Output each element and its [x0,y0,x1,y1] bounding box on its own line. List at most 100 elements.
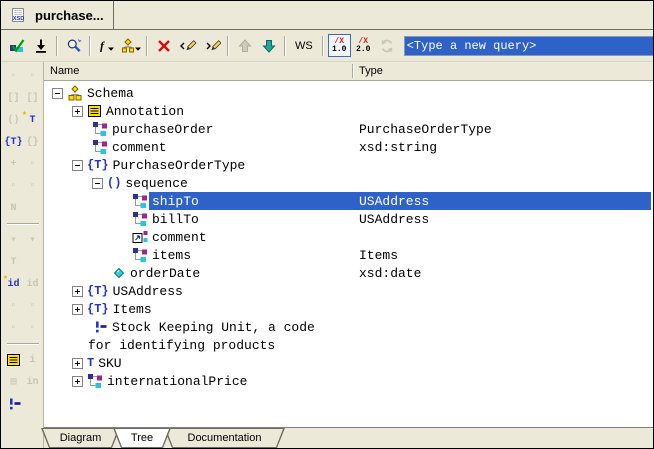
new-complextype-icon[interactable]: {T} [5,134,22,150]
paste-node-icon: ▫ [5,298,22,314]
expand-icon[interactable] [72,106,83,117]
tree-row-billto[interactable]: billTo USAddress [44,210,653,228]
tree-row-internationalprice[interactable]: internationalPrice [44,372,653,390]
sequence-icon: () [107,176,121,190]
move-up-button [233,34,256,57]
xslt-2-0-button[interactable]: /X2.0 [352,34,375,57]
arrow-down-bar-icon [33,38,49,54]
pencil-left-icon [179,38,197,54]
collapse-icon[interactable] [72,160,83,171]
blank-1-icon [24,200,41,216]
view-tabs: DiagramTreeDocumentation [44,427,653,448]
column-header-name[interactable]: Name [50,65,79,77]
expand-icon[interactable] [72,376,83,387]
element-icon [132,247,148,263]
delete-button[interactable] [152,34,175,57]
complextype-icon: {T} [87,284,109,298]
edit-comment-icon[interactable] [5,396,22,412]
type-tools-icon: T [5,254,22,270]
tree-row-items[interactable]: {T}Items [44,300,653,318]
tree-node-label: shipTo [152,194,199,209]
xslt-1-0-button[interactable]: /X1.0 [328,34,351,57]
svg-text:f: f [100,38,105,52]
schema-sidebar-toolbar: ▫▫[][]()T★{T}{}+▫▫▫N▾▾Tid★id▫▫▫▫i▤in [1,62,44,448]
tree-node-label: purchaseOrder [112,122,213,137]
move-down-button[interactable] [257,34,280,57]
f-dropdown-icon: f [98,38,116,54]
tree-row-continuation[interactable]: for identifying products [44,336,653,354]
tree-node-type: PurchaseOrderType [359,122,492,137]
xpath-query-input[interactable]: <Type a new query> [405,37,654,55]
pencil-right-icon [203,38,221,54]
blank-2-icon [24,254,41,270]
insert-before-button[interactable] [176,34,199,57]
tree-node-label: billTo [152,212,199,227]
tab-label: Documentation [165,429,284,447]
tree-row-purchaseordertype[interactable]: {T}PurchaseOrderType [44,156,653,174]
expand-icon[interactable] [72,358,83,369]
append-after-button[interactable] [200,34,223,57]
svg-text:XSD: XSD [13,16,25,22]
tree-node-label: Items [113,302,152,317]
new-id-icon[interactable]: id★ [5,276,22,292]
copy-node-icon: ▫ [5,320,22,336]
find-button[interactable] [62,34,85,57]
tree-row-stock-keeping-unit-a-code[interactable]: Stock Keeping Unit, a code [44,318,653,336]
tree-row-annotation[interactable]: Annotation [44,102,653,120]
copy-node-2-icon: ▫ [24,320,41,336]
web-service-label: WS [295,40,313,52]
view-tab-tree[interactable]: Tree [113,428,171,448]
tree-row-orderdate[interactable]: orderDatexsd:date [44,264,653,282]
tree-node-label: comment [152,230,207,245]
arrow-up-icon [237,38,253,54]
column-divider[interactable] [352,64,354,78]
tree-row-schema[interactable]: Schema [44,84,653,102]
insert-child-sequence-icon: () [5,112,22,128]
update-schema-button[interactable] [29,34,52,57]
tree-row-comment[interactable]: comment [44,228,653,246]
view-tab-diagram[interactable]: Diagram [41,428,120,448]
insert-element-icon: ▫ [24,68,41,84]
tree-row-purchaseorder[interactable]: purchaseOrder PurchaseOrderType [44,120,653,138]
convert-node-icon: ▫ [5,178,22,194]
convert-node-2-icon: ▫ [24,178,41,194]
tab-label: Diagram [42,429,119,447]
collapse-icon[interactable] [92,178,103,189]
schema-settings-menu-button[interactable] [119,34,142,57]
edit-annotation-icon[interactable] [5,352,22,368]
schema-editor-window: XSD purchase... f WS/X1.0/X2.0 <Type a ne… [0,0,654,449]
tree-row-usaddress[interactable]: {T} USAddress [44,282,653,300]
tree-row-sequence[interactable]: ()sequence [44,174,653,192]
tree-node-type: xsd:date [359,266,421,281]
expand-icon[interactable] [72,304,83,315]
schema-tree: SchemaAnnotation purchaseOrder PurchaseOrd… [44,81,653,427]
tree-node-label: USAddress [113,284,183,299]
collapse-icon[interactable] [52,88,63,99]
rename-node-icon: N [5,200,22,216]
tree-node-type: Items [359,248,398,263]
xpath-query-combobox[interactable]: <Type a new query> [404,36,654,56]
main-toolbar: f WS/X1.0/X2.0 <Type a new query> [1,30,653,62]
blank-3-icon [24,396,41,412]
tree-row-sku[interactable]: TSKU [44,354,653,372]
insert-id-icon: id [24,276,41,292]
document-tab-purchase[interactable]: XSD purchase... [6,1,114,29]
tree-column-header: Name Type [44,62,653,81]
new-global-element-icon[interactable]: T★ [24,112,41,128]
tree-row-comment[interactable]: commentxsd:string [44,138,653,156]
insert-child-element-icon: ▫ [5,68,22,84]
element-ref-icon [132,229,148,245]
validate-button[interactable] [5,34,28,57]
functions-menu-button[interactable]: f [95,34,118,57]
tree-node-label: SKU [98,356,121,371]
tree-row-shipto[interactable]: shipToUSAddress [44,192,653,210]
web-service-button[interactable]: WS [290,34,318,57]
tree-row-items[interactable]: itemsItems [44,246,653,264]
column-header-type[interactable]: Type [359,65,383,77]
tab-label: Tree [114,429,170,447]
complextype-icon: {T} [87,158,109,172]
red-x-icon [156,38,172,54]
expand-icon[interactable] [72,286,83,297]
tree-node-type: USAddress [359,212,429,227]
view-tab-documentation[interactable]: Documentation [164,428,285,448]
